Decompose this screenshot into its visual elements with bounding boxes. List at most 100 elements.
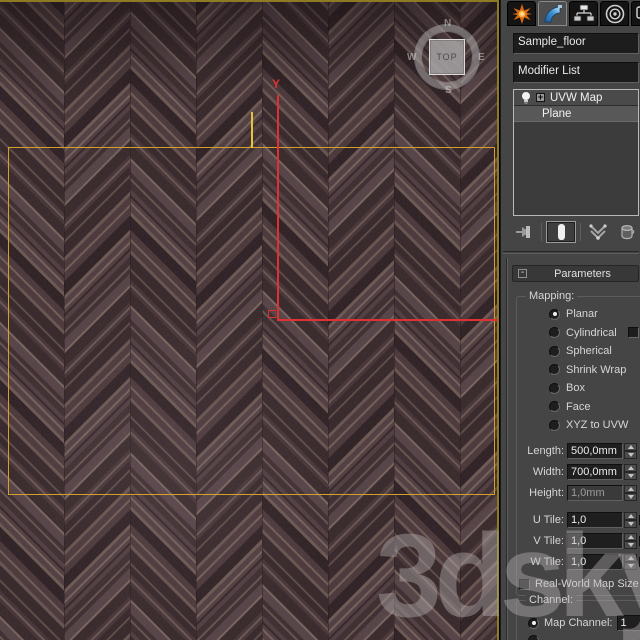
stack-row-label: UVW Map [550,91,603,104]
option-label: Box [566,382,585,394]
option-cylindrical[interactable]: Cylindrical [517,326,640,340]
make-unique-button[interactable] [585,221,611,243]
length-input[interactable]: 500,0mm [567,443,623,459]
real-world-row[interactable]: Real-World Map Size [519,578,639,590]
tab-display[interactable] [631,1,640,26]
planar-radio[interactable] [549,308,560,320]
option-label: XYZ to UVW [566,419,629,431]
collapse-icon[interactable]: - [518,268,527,278]
viewcube-top-face[interactable]: TOP [429,39,465,75]
option-planar[interactable]: Planar [517,307,640,321]
gizmo-y-axis-label: Y [272,77,281,91]
spherical-radio[interactable] [549,345,560,357]
option-label: Spherical [566,345,612,357]
height-label: Height: [529,487,564,499]
parameters-rollout-header[interactable]: - Parameters [512,265,639,282]
modifier-enabled-bulb-icon[interactable] [520,91,532,105]
tab-modify[interactable] [538,1,567,26]
show-end-result-button[interactable] [546,221,576,243]
shrink-wrap-radio[interactable] [549,364,560,375]
object-name-field[interactable]: Sample_floor [513,33,639,54]
viewcube-east-label[interactable]: E [478,52,485,63]
toolbar-divider [541,223,542,241]
channel-group-label: Channel: [526,594,577,606]
command-panel: Sample_floor Modifier List + UVW Map Pla… [500,0,640,640]
viewcube-west-label[interactable]: W [407,52,416,63]
uvw-gizmo-rectangle[interactable] [8,147,495,495]
u-tile-row: U Tile: 1,0 [517,512,640,528]
expand-plus-icon[interactable]: + [536,93,545,102]
panel-separator [503,251,639,254]
viewcube-north-label[interactable]: N [444,18,451,29]
option-shrink-wrap[interactable]: Shrink Wrap [517,363,640,377]
cap-checkbox[interactable] [628,326,639,338]
remove-modifier-button[interactable] [615,221,639,243]
application-window: Y N S W E TOP 3dsky [0,0,640,640]
stack-toolbar [511,220,639,244]
u-tile-spinner[interactable] [624,512,637,528]
option-box[interactable]: Box [517,381,640,395]
show-end-result-icon [558,224,565,240]
length-row: Length: 500,0mm [517,443,640,459]
pushpin-icon [516,226,530,238]
u-tile-input[interactable]: 1,0 [567,512,623,528]
channel-group: Channel: Map Channel: 1 [516,594,640,640]
v-tile-input[interactable]: 1,0 [567,533,623,549]
panel-left-groove [506,258,508,640]
tab-motion[interactable] [600,1,629,26]
option-face[interactable]: Face [517,400,640,414]
gizmo-origin-marker [268,310,276,318]
option-label: Cylindrical [566,326,617,339]
v-tile-spinner[interactable] [624,533,637,549]
real-world-checkbox[interactable] [519,578,530,590]
u-tile-label: U Tile: [532,514,564,526]
real-world-label: Real-World Map Size [535,578,639,590]
viewcube-south-label[interactable]: S [445,85,452,96]
stack-row-plane[interactable]: Plane [514,106,638,122]
option-label: Face [566,400,591,413]
length-spinner[interactable] [624,443,637,459]
mapping-options: Planar Cylindrical Spherical Shrink Wrap [517,307,640,432]
viewcube[interactable]: N S W E TOP [407,18,485,96]
vertex-color-radio[interactable] [528,635,539,640]
face-radio[interactable] [549,401,560,412]
length-label: Length: [527,445,564,457]
xyz-to-uvw-radio[interactable] [549,419,560,431]
mapping-group-label: Mapping: [526,290,578,302]
height-spinner[interactable] [624,485,637,501]
w-tile-label: W Tile: [530,556,564,568]
option-xyz-to-uvw[interactable]: XYZ to UVW [517,418,640,432]
option-spherical[interactable]: Spherical [517,344,640,358]
trash-bin-icon [621,224,635,240]
width-input[interactable]: 700,0mm [567,464,623,480]
tab-hierarchy[interactable] [569,1,598,26]
width-label: Width: [532,466,564,478]
width-spinner[interactable] [624,464,637,480]
display-monitor-icon [635,5,640,19]
mapping-group: Mapping: Planar Cylindrical Spherical Sh… [516,290,640,596]
map-channel-input[interactable]: 1 [616,615,640,631]
hierarchy-tree-icon [573,4,594,21]
v-tile-label: V Tile: [533,535,564,547]
cylindrical-radio[interactable] [549,327,560,338]
make-unique-icon [589,224,607,240]
map-channel-radio[interactable] [528,617,539,629]
next-row-clipped [528,635,539,640]
gizmo-y-axis-line[interactable] [277,95,279,320]
w-tile-row: W Tile: 1,0 [517,554,640,570]
uvw-gizmo-orientation-tick [251,112,253,148]
modifier-list-dropdown[interactable]: Modifier List [513,62,639,83]
w-tile-input[interactable]: 1,0 [567,554,623,570]
rollout-title: Parameters [554,267,611,280]
box-radio[interactable] [549,382,560,394]
v-tile-row: V Tile: 1,0 [517,533,640,549]
tab-create[interactable] [507,1,536,26]
stack-row-uvw-map[interactable]: + UVW Map [514,90,638,106]
motion-rings-icon [605,4,624,23]
gizmo-x-axis-line[interactable] [277,319,498,321]
viewport-top[interactable]: Y N S W E TOP [0,0,500,640]
map-channel-row[interactable]: Map Channel: 1 [528,615,640,631]
tile-fields: U Tile: 1,0 V Tile: 1,0 W Tile: 1,0 [517,512,640,570]
pin-stack-button[interactable] [511,221,537,243]
w-tile-spinner[interactable] [624,554,637,570]
